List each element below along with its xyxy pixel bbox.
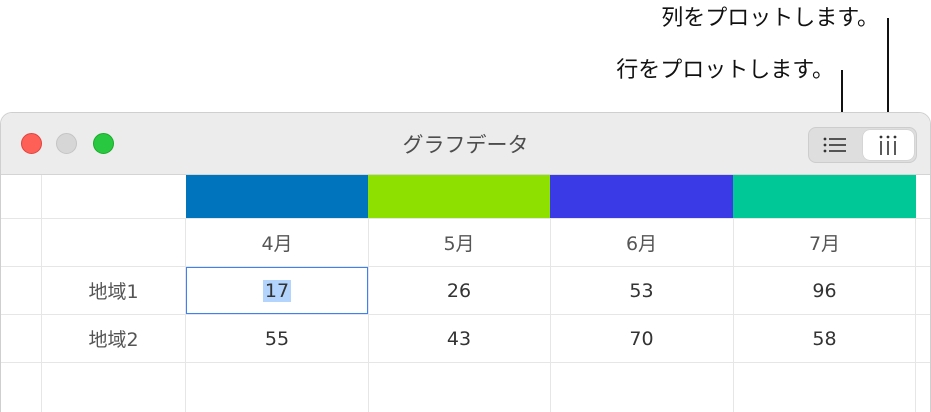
series-color-swatch[interactable] <box>733 175 916 218</box>
titlebar: グラフデータ <box>1 113 930 175</box>
data-cell[interactable]: 55 <box>186 315 368 362</box>
column-header-cell[interactable]: 4月 <box>186 219 368 266</box>
grid-divider <box>1 362 930 363</box>
data-cell[interactable]: 26 <box>368 267 550 314</box>
plot-rows-button[interactable] <box>809 128 861 162</box>
row-header-cell[interactable]: 地域1 <box>42 267 185 314</box>
series-color-swatch[interactable] <box>186 175 368 218</box>
minimize-button[interactable] <box>56 133 77 154</box>
window-title: グラフデータ <box>402 133 529 157</box>
list-rows-icon <box>823 137 846 153</box>
data-cell[interactable]: 96 <box>733 267 916 314</box>
zoom-button[interactable] <box>93 133 114 154</box>
chart-data-window: グラフデータ 4月 5月 6月 7月 地域1 17 26 53 96 地域2 5… <box>0 112 931 412</box>
column-header-cell[interactable]: 6月 <box>550 219 733 266</box>
plot-direction-segmented-control <box>808 127 917 163</box>
series-color-swatch[interactable] <box>368 175 550 218</box>
data-cell[interactable]: 58 <box>733 315 916 362</box>
row-header-cell[interactable]: 地域2 <box>42 315 185 362</box>
data-cell[interactable]: 53 <box>550 267 733 314</box>
column-header-cell[interactable]: 7月 <box>733 219 916 266</box>
close-button[interactable] <box>21 133 42 154</box>
columns-icon <box>879 135 897 155</box>
data-table: 4月 5月 6月 7月 地域1 17 26 53 96 地域2 55 43 70… <box>1 175 930 412</box>
plot-columns-callout: 列をプロットします。 <box>661 6 879 31</box>
column-header-cell[interactable]: 5月 <box>368 219 550 266</box>
data-cell-selected[interactable]: 17 <box>186 267 368 314</box>
plot-rows-callout: 行をプロットします。 <box>616 58 834 83</box>
series-color-swatch[interactable] <box>550 175 733 218</box>
cell-value: 17 <box>262 279 292 302</box>
stage: 列をプロットします。 行をプロットします。 グラフデータ 4月 5月 6月 7月… <box>0 0 931 412</box>
data-cell[interactable]: 43 <box>368 315 550 362</box>
data-cell[interactable]: 70 <box>550 315 733 362</box>
plot-columns-button[interactable] <box>862 130 914 160</box>
